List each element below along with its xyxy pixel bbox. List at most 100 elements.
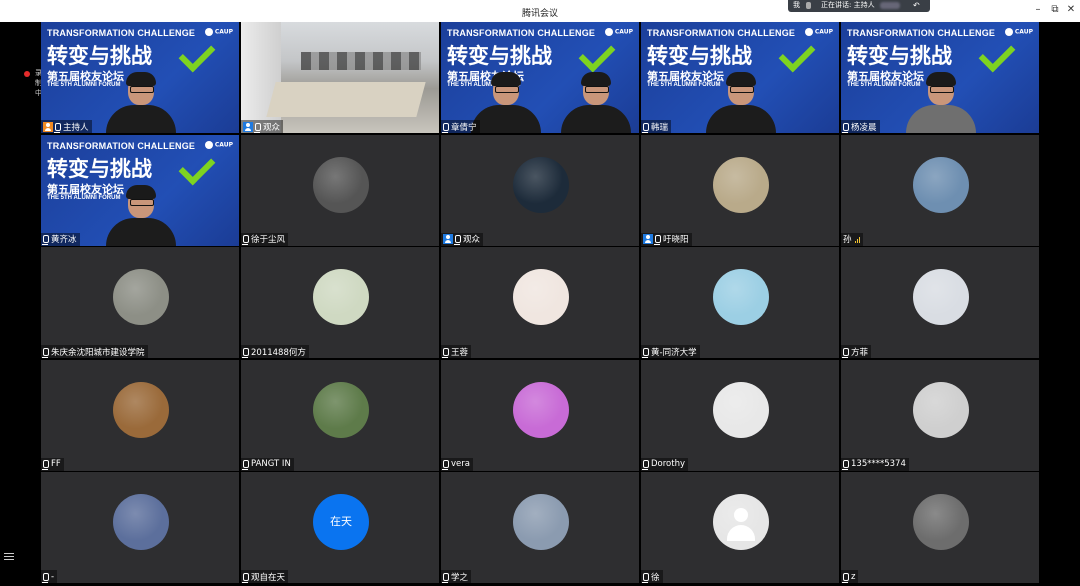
participant-tile[interactable]: TRANSFORMATION CHALLENGE 转变与挑战 第五届校友论坛 THE … (441, 22, 639, 133)
restore-icon[interactable]: ⧉ (1048, 4, 1062, 15)
participant-name-label: 135****5374 (841, 457, 909, 471)
participant-name: z (851, 571, 856, 582)
mic-icon (54, 122, 61, 133)
participant-name: 学之 (451, 572, 469, 583)
mic-icon (42, 572, 49, 583)
participant-name: 章倩宁 (451, 122, 477, 133)
speaking-indicator[interactable]: 我 正在讲话: 主持人 ↶ (788, 0, 930, 12)
host-icon (43, 121, 53, 132)
participant-tile[interactable]: 黄-同济大学 (641, 247, 839, 358)
brand-logo-text: CAUP (214, 141, 233, 148)
avatar (913, 381, 969, 438)
participant-tile[interactable]: 孙 (841, 134, 1039, 246)
participant-person (906, 72, 976, 133)
participant-tile[interactable]: TRANSFORMATION CHALLENGE 转变与挑战 第五届校友论坛 THE … (41, 134, 239, 246)
participant-name: 观众 (263, 122, 281, 133)
participant-name-label: FF (41, 457, 64, 471)
participant-tile[interactable]: 徐于尘风 (241, 134, 439, 246)
participant-name-label: 孙 (841, 232, 863, 246)
video-feed: TRANSFORMATION CHALLENGE 转变与挑战 第五届校友论坛 THE … (41, 22, 239, 133)
avatar (513, 381, 569, 438)
participant-tile[interactable]: - (41, 472, 239, 583)
brand-title-cn: 转变与挑战 (447, 44, 552, 68)
mic-icon (242, 235, 249, 245)
brand-logo-text: CAUP (214, 28, 233, 36)
participant-tile[interactable]: PANGT IN (241, 359, 439, 471)
participant-name-label: 观众 (441, 232, 484, 246)
participant-name-label: 章倩宁 (441, 120, 480, 133)
participant-name: vera (451, 459, 470, 469)
brand-logo: CAUP (204, 28, 233, 36)
participant-tile[interactable]: 方菲 (841, 247, 1039, 358)
mic-icon (442, 460, 449, 470)
avatar: 在天 (313, 494, 369, 550)
participant-tile[interactable]: TRANSFORMATION CHALLENGE 转变与挑战 第五届校友论坛 THE … (841, 22, 1039, 133)
participant-name-label: 杨凌晨 (841, 120, 880, 133)
participant-name-label: Dorothy (641, 457, 689, 471)
participant-name-label: 徐于尘风 (241, 232, 289, 246)
participant-person (706, 72, 776, 133)
participant-person (561, 72, 631, 133)
mic-icon (242, 347, 249, 358)
participant-name-label: 主持人 (41, 120, 92, 133)
undo-icon[interactable]: ↶ (913, 0, 920, 11)
mic-icon (806, 2, 811, 9)
brand-title-cn: 转变与挑战 (47, 156, 152, 181)
avatar (513, 269, 569, 325)
avatar (313, 269, 369, 325)
participant-tile[interactable]: 王蓉 (441, 247, 639, 358)
close-icon[interactable]: ✕ (1064, 4, 1078, 15)
participant-tile[interactable]: 朱庆余沈阳城市建设学院 (41, 247, 239, 358)
participant-tile[interactable]: vera (441, 359, 639, 471)
video-feed (241, 22, 439, 133)
avatar (113, 381, 169, 438)
menu-icon[interactable] (4, 551, 14, 561)
mic-icon (42, 460, 49, 470)
mic-icon (254, 122, 261, 133)
brand-logo-text: CAUP (1014, 28, 1033, 36)
participant-tile[interactable]: 135****5374 (841, 359, 1039, 471)
participant-name: 观自在天 (251, 572, 286, 583)
participant-tile[interactable]: 在天观自在天 (241, 472, 439, 583)
participant-tile[interactable]: 徐 (641, 472, 839, 583)
participant-name-label: 王蓉 (441, 345, 472, 358)
mic-icon (442, 572, 449, 583)
avatar (713, 381, 769, 438)
participant-tile[interactable]: TRANSFORMATION CHALLENGE 转变与挑战 第五届校友论坛 THE … (641, 22, 839, 133)
participant-tile[interactable]: TRANSFORMATION CHALLENGE 转变与挑战 第五届校友论坛 THE … (41, 22, 239, 133)
check-mark-icon (978, 35, 1016, 73)
avatar (713, 156, 769, 213)
participant-tile[interactable]: 观众 (441, 134, 639, 246)
blurred-avatars (880, 2, 900, 9)
participant-name-label: 2011488何方 (241, 345, 309, 358)
avatar (113, 494, 169, 550)
brand-title-en: TRANSFORMATION CHALLENGE (47, 140, 196, 151)
participant-tile[interactable]: 2011488何方 (241, 247, 439, 358)
participant-tile[interactable]: 吁晓阳 (641, 134, 839, 246)
brand-title-cn: 转变与挑战 (47, 44, 152, 68)
check-mark-icon (578, 35, 616, 73)
avatar (313, 156, 369, 213)
minimize-icon[interactable]: – (1031, 4, 1045, 15)
participant-tile[interactable]: 学之 (441, 472, 639, 583)
participant-person (471, 72, 541, 133)
mic-icon (842, 572, 849, 583)
brand-title-cn: 转变与挑战 (647, 44, 752, 68)
participant-tile[interactable]: FF (41, 359, 239, 471)
participant-name: PANGT IN (251, 459, 291, 469)
avatar (313, 381, 369, 438)
mic-icon (442, 347, 449, 358)
brand-title-en: TRANSFORMATION CHALLENGE (47, 28, 196, 38)
mic-icon (454, 235, 461, 245)
brand-title-en: TRANSFORMATION CHALLENGE (447, 28, 596, 38)
mic-icon (242, 572, 249, 583)
check-mark-icon (778, 35, 816, 73)
mic-icon (242, 460, 249, 470)
participant-name-label: 黄-同济大学 (641, 345, 700, 358)
participant-tile[interactable]: 观众 (241, 22, 439, 133)
left-strip: 录制中 (0, 22, 42, 586)
user-icon (243, 121, 253, 132)
participant-tile[interactable]: Dorothy (641, 359, 839, 471)
participant-tile[interactable]: z (841, 472, 1039, 583)
brand-logo-text: CAUP (814, 28, 833, 36)
